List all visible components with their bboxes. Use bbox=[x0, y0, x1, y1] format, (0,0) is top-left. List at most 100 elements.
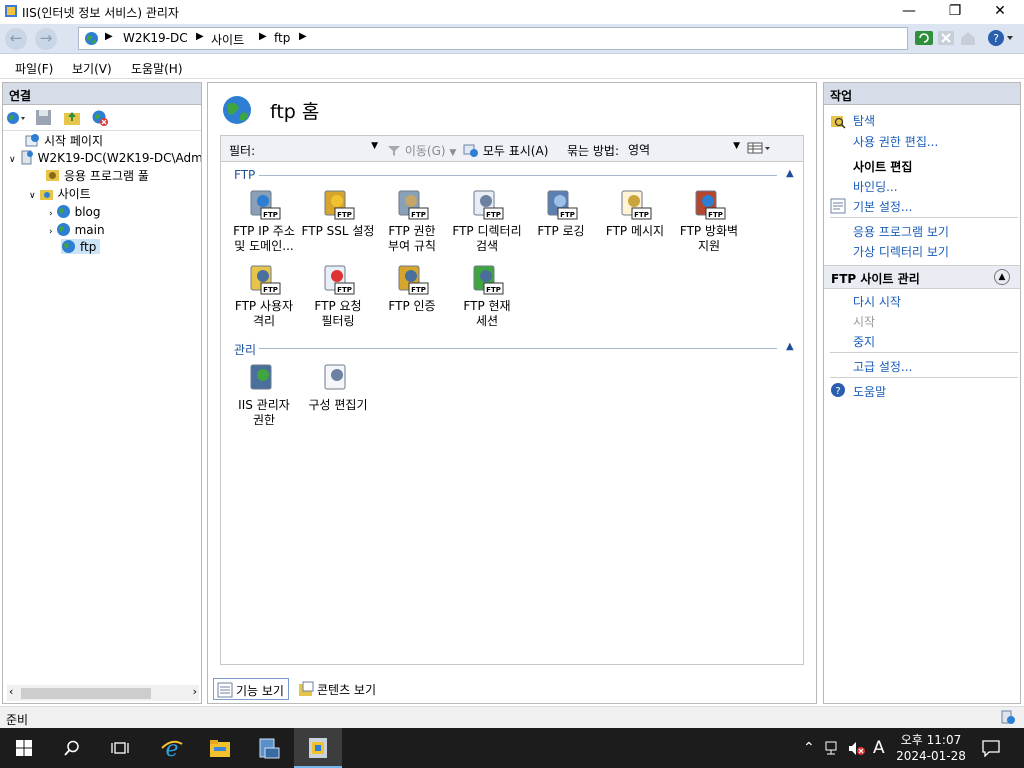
svg-text:?: ? bbox=[993, 32, 999, 45]
feature-label: FTP 요청 bbox=[314, 299, 362, 313]
tree-item-server[interactable]: ∨ W2K19-DC(W2K19-DC\Adm bbox=[9, 150, 201, 165]
view-tabs: 기능 보기 콘텐츠 보기 bbox=[207, 677, 817, 702]
taskbar-iis-manager[interactable] bbox=[294, 728, 342, 768]
breadcrumb-ftp[interactable]: ftp bbox=[274, 31, 290, 45]
feature-tile[interactable]: FTP FTP 사용자 격리 bbox=[227, 263, 301, 329]
show-all-button[interactable]: 모두 표시(A) bbox=[463, 142, 548, 159]
close-button[interactable]: ✕ bbox=[977, 0, 1023, 22]
feature-label: 권한 bbox=[252, 413, 276, 427]
feature-tile[interactable]: FTP FTP 현재 세션 bbox=[450, 263, 524, 329]
action-view-virtual-dirs[interactable]: 가상 디렉터리 보기 bbox=[853, 243, 949, 260]
task-view-button[interactable] bbox=[96, 728, 144, 768]
taskbar-server-manager[interactable] bbox=[245, 728, 293, 768]
feature-tile[interactable]: FTP FTP 인증 bbox=[375, 263, 449, 314]
expand-arrow-icon: › bbox=[49, 209, 53, 219]
feature-tile[interactable]: IIS 관리자 권한 bbox=[227, 362, 301, 428]
input-method-indicator[interactable]: A bbox=[873, 738, 885, 758]
filter-input[interactable]: ▼ bbox=[259, 139, 381, 159]
scroll-left-icon[interactable]: ‹ bbox=[9, 685, 13, 698]
refresh-icon[interactable] bbox=[914, 29, 934, 47]
feature-tile[interactable]: 구성 편집기 bbox=[301, 362, 375, 413]
view-mode-button[interactable] bbox=[747, 142, 771, 157]
tray-overflow-icon[interactable]: ⌃ bbox=[803, 740, 815, 756]
menu-file[interactable]: 파일(F) bbox=[15, 60, 53, 77]
save-icon[interactable] bbox=[35, 109, 52, 126]
tab-content-view[interactable]: 콘텐츠 보기 bbox=[295, 678, 380, 700]
action-explore[interactable]: 탐색 bbox=[853, 112, 875, 129]
action-advanced-settings[interactable]: 고급 설정... bbox=[853, 358, 912, 375]
home-icon[interactable] bbox=[958, 29, 978, 47]
action-view-applications[interactable]: 응용 프로그램 보기 bbox=[853, 223, 949, 240]
tree-item-blog[interactable]: › blog bbox=[49, 204, 101, 219]
svg-text:FTP: FTP bbox=[486, 211, 501, 219]
go-label: 이동(G) bbox=[404, 144, 446, 158]
breadcrumb-sites[interactable]: 사이트 bbox=[211, 31, 244, 48]
clock[interactable]: 오후 11:07 2024-01-28 bbox=[893, 732, 969, 764]
taskbar-internet-explorer[interactable]: e bbox=[148, 728, 196, 768]
tree-item-ftp[interactable]: ftp bbox=[61, 239, 101, 254]
feature-tile[interactable]: FTP FTP 로깅 bbox=[524, 188, 598, 239]
connect-icon[interactable] bbox=[5, 109, 27, 127]
network-icon[interactable] bbox=[825, 741, 841, 756]
breadcrumb-server[interactable]: W2K19-DC bbox=[123, 31, 188, 45]
feature-icon: FTP bbox=[524, 188, 598, 222]
feature-tile[interactable]: FTP FTP 방화벽 지원 bbox=[672, 188, 746, 254]
ftp-manage-section-header: FTP 사이트 관리 ▲ bbox=[824, 265, 1020, 289]
collapse-arrow-icon: ∨ bbox=[9, 155, 16, 165]
collapse-ftp-group-icon[interactable]: ▲ bbox=[786, 168, 794, 179]
volume-muted-icon[interactable] bbox=[848, 741, 866, 756]
go-button[interactable]: 이동(G) ▼ bbox=[387, 142, 456, 159]
tree-label: 사이트 bbox=[57, 187, 91, 201]
taskbar-file-explorer[interactable] bbox=[196, 728, 244, 768]
action-stop[interactable]: 중지 bbox=[853, 333, 875, 350]
tree-item-start-page[interactable]: 시작 페이지 bbox=[25, 132, 103, 149]
tree-item-sites[interactable]: ∨ 사이트 bbox=[29, 185, 91, 202]
disconnect-icon[interactable] bbox=[91, 109, 109, 127]
dropdown-arrow-icon: ▼ bbox=[449, 148, 457, 158]
search-icon bbox=[64, 740, 79, 756]
feature-label: 검색 bbox=[475, 239, 499, 253]
horizontal-scrollbar[interactable]: ‹ › bbox=[7, 685, 199, 701]
feature-label: FTP 사용자 bbox=[234, 299, 294, 313]
feature-tile[interactable]: FTP FTP IP 주소 및 도메인... bbox=[227, 188, 301, 254]
action-edit-permissions[interactable]: 사용 권한 편집... bbox=[853, 133, 938, 150]
action-bindings[interactable]: 바인딩... bbox=[853, 178, 898, 195]
breadcrumb[interactable]: ▶ W2K19-DC ▶ 사이트 ▶ ftp ▶ bbox=[78, 27, 908, 50]
stop-icon[interactable] bbox=[936, 29, 956, 47]
action-basic-settings[interactable]: 기본 설정... bbox=[853, 198, 912, 215]
tree-item-main[interactable]: › main bbox=[49, 222, 105, 237]
scrollbar-thumb[interactable] bbox=[21, 688, 151, 699]
collapse-manage-group-icon[interactable]: ▲ bbox=[786, 341, 794, 352]
start-button[interactable] bbox=[0, 728, 48, 768]
group-by-select[interactable]: 영역 ▼ bbox=[623, 139, 743, 159]
connections-header: 연결 bbox=[3, 83, 201, 105]
connections-panel: 연결 시작 페이지 ∨ W2K19-DC(W2K19-DC\Adm 응용 프로그램… bbox=[2, 82, 202, 704]
action-help[interactable]: 도움말 bbox=[853, 383, 886, 400]
iis-app-icon bbox=[5, 5, 17, 17]
menu-help[interactable]: 도움말(H) bbox=[131, 60, 183, 77]
feature-tile[interactable]: FTP FTP 메시지 bbox=[598, 188, 672, 239]
task-view-icon bbox=[111, 742, 129, 754]
group-header-manage: 관리 bbox=[234, 343, 257, 357]
up-level-icon[interactable] bbox=[63, 109, 81, 126]
menu-view[interactable]: 보기(V) bbox=[72, 60, 112, 77]
feature-tile[interactable]: FTP FTP 권한 부여 규칙 bbox=[375, 188, 449, 254]
back-button[interactable]: ← bbox=[5, 28, 27, 50]
search-button[interactable] bbox=[48, 728, 96, 768]
collapse-section-icon[interactable]: ▲ bbox=[994, 269, 1010, 285]
action-restart[interactable]: 다시 시작 bbox=[853, 293, 901, 310]
restore-button[interactable]: ❐ bbox=[932, 0, 978, 22]
feature-label: FTP 방화벽 bbox=[679, 224, 739, 238]
scroll-right-icon[interactable]: › bbox=[193, 685, 197, 698]
tree-item-app-pools[interactable]: 응용 프로그램 풀 bbox=[45, 167, 149, 184]
minimize-button[interactable]: — bbox=[886, 0, 932, 22]
feature-tile[interactable]: FTP FTP 요청 필터링 bbox=[301, 263, 375, 329]
help-menu-icon[interactable]: ? bbox=[986, 29, 1016, 47]
notifications-icon[interactable] bbox=[982, 740, 1000, 757]
feature-icon: FTP bbox=[375, 263, 449, 297]
feature-icon: FTP bbox=[450, 263, 524, 297]
forward-button[interactable]: → bbox=[35, 28, 57, 50]
feature-tile[interactable]: FTP FTP SSL 설정 bbox=[301, 188, 375, 239]
tab-features-view[interactable]: 기능 보기 bbox=[213, 678, 289, 700]
feature-tile[interactable]: FTP FTP 디렉터리 검색 bbox=[450, 188, 524, 254]
